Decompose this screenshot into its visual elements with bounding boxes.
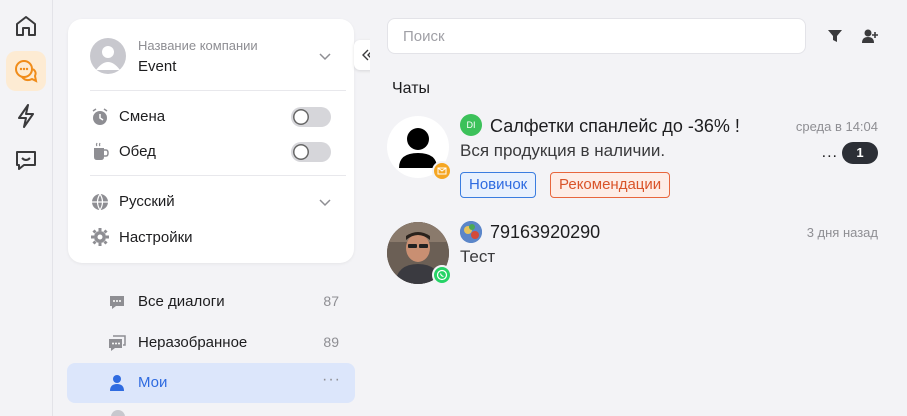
company-name[interactable]: Event	[138, 58, 176, 75]
chats-icon	[15, 60, 38, 83]
source-avatar-icon	[460, 221, 482, 243]
alarm-clock-icon	[92, 108, 108, 125]
divider	[90, 175, 346, 176]
rail-automation-button[interactable]	[6, 96, 46, 136]
whatsapp-icon	[432, 265, 452, 285]
chat-name: 79163920290	[490, 222, 601, 242]
profile-card: Название компании Event Смена Обед Русск…	[68, 19, 354, 263]
shift-toggle[interactable]	[291, 107, 331, 127]
chat-name: Салфетки спанлейс до -36% !	[490, 116, 740, 136]
side-panel: Название компании Event Смена Обед Русск…	[53, 0, 382, 416]
partial-icon	[111, 410, 125, 416]
nav-item-label: Все диалоги	[138, 293, 225, 310]
nav-item-unsorted[interactable]: Неразобранное 89	[67, 323, 355, 363]
chat-time: среда в 14:04	[795, 119, 878, 134]
nav-item-count: 89	[323, 334, 339, 350]
rail-home-button[interactable]	[6, 6, 46, 46]
unsorted-icon	[109, 335, 126, 351]
home-icon	[16, 16, 36, 36]
add-user-icon[interactable]	[861, 27, 879, 45]
settings-label[interactable]: Настройки	[119, 229, 193, 246]
chat-list-item[interactable]: DI Салфетки спанлейс до -36% ! среда в 1…	[380, 110, 900, 210]
avatar[interactable]	[90, 38, 126, 74]
chat-time: 3 дня назад	[806, 225, 878, 240]
left-rail	[0, 0, 53, 416]
search-input[interactable]	[387, 18, 806, 54]
lunch-label: Обед	[119, 143, 156, 160]
shift-label: Смена	[119, 108, 166, 125]
language-label[interactable]: Русский	[119, 193, 175, 210]
chevron-down-icon[interactable]	[318, 195, 332, 209]
nav-item-label: Мои	[138, 374, 168, 391]
nav-item-count: 87	[323, 293, 339, 309]
chat-bubble-icon	[16, 151, 36, 170]
divider	[90, 90, 346, 91]
filter-icon[interactable]	[826, 27, 844, 45]
mug-icon	[94, 142, 109, 160]
rail-messages-button[interactable]	[6, 140, 46, 180]
nav-item-mine[interactable]: Мои ···	[67, 363, 355, 403]
nav-item-label: Неразобранное	[138, 334, 248, 351]
all-dialogs-icon	[110, 296, 124, 309]
more-options-icon[interactable]: ...	[822, 144, 838, 162]
chat-list-item[interactable]: 79163920290 3 дня назад Тест	[380, 218, 900, 288]
user-icon	[110, 375, 124, 391]
tag-recommendations[interactable]: Рекомендации	[550, 172, 671, 198]
chat-preview: Тест	[460, 247, 496, 266]
tag-newbie[interactable]: Новичок	[460, 172, 537, 198]
globe-icon	[92, 193, 108, 211]
company-label: Название компании	[138, 38, 258, 53]
chevron-down-icon[interactable]	[318, 49, 332, 63]
chat-preview: Вся продукция в наличии.	[460, 141, 666, 160]
chats-title: Чаты	[392, 80, 431, 97]
gear-icon	[91, 228, 109, 246]
more-options-icon[interactable]: ···	[322, 371, 341, 389]
unread-badge: 1	[842, 142, 878, 164]
nav-item-all-dialogs[interactable]: Все диалоги 87	[67, 282, 355, 322]
rail-chats-button[interactable]	[6, 51, 46, 91]
email-channel-icon	[432, 161, 452, 181]
chats-panel: Чаты DI Салфетки спанлейс до -36% ! сред…	[370, 0, 907, 416]
lightning-icon	[18, 104, 34, 128]
lunch-toggle[interactable]	[291, 142, 331, 162]
source-badge: DI	[460, 114, 482, 136]
